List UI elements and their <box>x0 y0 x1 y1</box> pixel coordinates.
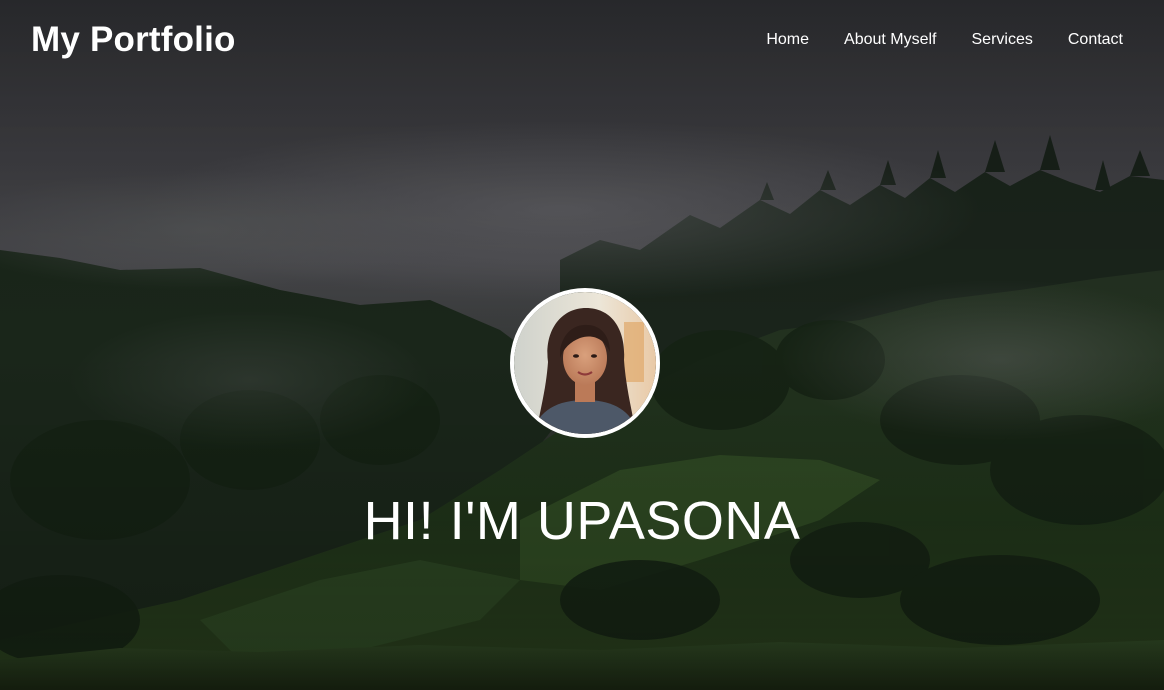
nav-link-home[interactable]: Home <box>766 31 809 48</box>
profile-photo <box>514 292 656 434</box>
hero-headline: HI! I'M UPASONA <box>363 491 801 551</box>
nav-item-about: About Myself <box>844 30 936 50</box>
nav-item-home: Home <box>766 30 809 50</box>
nav-item-services: Services <box>972 30 1033 50</box>
main-nav: Home About Myself Services Contact <box>766 30 1123 50</box>
profile-avatar <box>510 288 660 438</box>
hero-section: My Portfolio Home About Myself Services … <box>0 0 1164 690</box>
nav-link-services[interactable]: Services <box>972 31 1033 48</box>
site-logo[interactable]: My Portfolio <box>31 20 236 60</box>
nav-link-about[interactable]: About Myself <box>844 31 936 48</box>
header-bar: My Portfolio Home About Myself Services … <box>0 0 1164 82</box>
nav-item-contact: Contact <box>1068 30 1123 50</box>
nav-link-contact[interactable]: Contact <box>1068 31 1123 48</box>
